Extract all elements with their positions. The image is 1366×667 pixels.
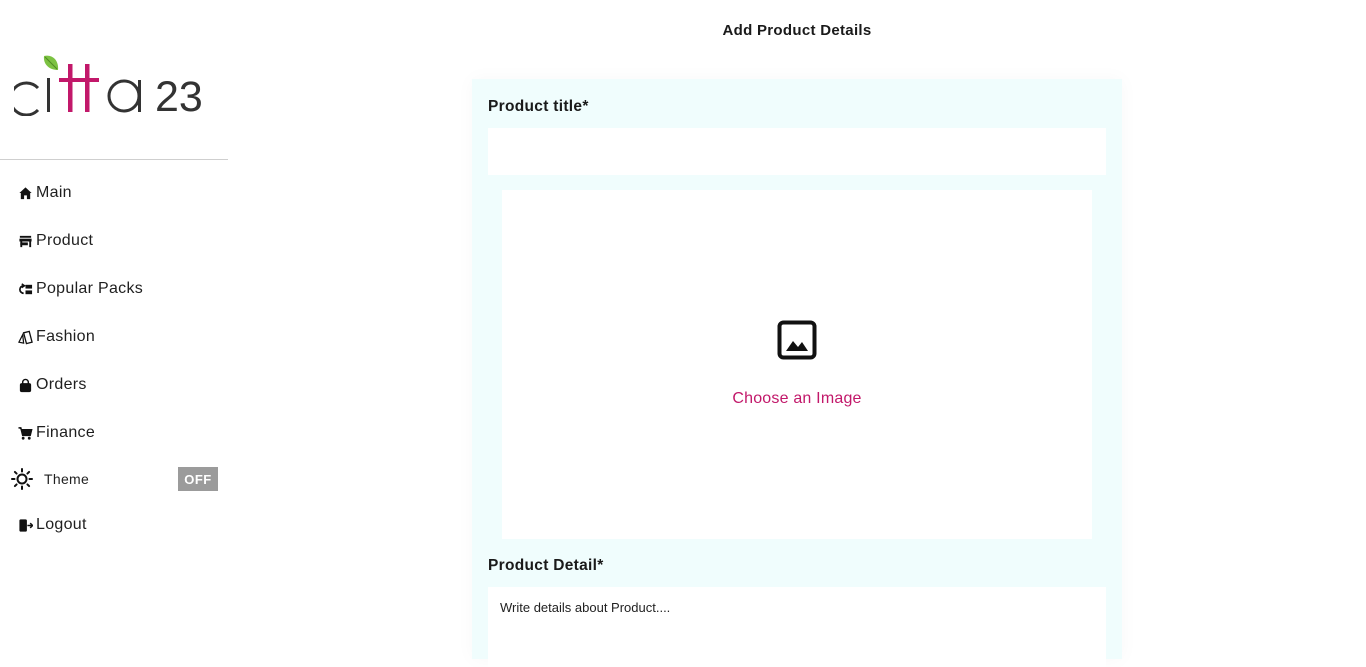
sidebar-item-label: Fashion [36, 328, 96, 345]
product-title-label: Product title* [488, 98, 589, 115]
sidebar-item-orders[interactable]: Orders [17, 373, 87, 397]
store-icon [17, 233, 33, 249]
sidebar-item-label: Logout [36, 516, 87, 533]
sidebar-item-label: Popular Packs [36, 280, 144, 297]
product-form: Product title* Choose an Image Product D… [472, 79, 1122, 667]
bag-icon [17, 377, 33, 393]
product-detail-textarea[interactable] [488, 587, 1106, 667]
sidebar-item-finance[interactable]: Finance [17, 421, 95, 445]
choose-image-link[interactable]: Choose an Image [694, 390, 900, 408]
theme-toggle[interactable]: OFF [178, 467, 218, 491]
sun-icon [11, 468, 33, 490]
fashion-icon [17, 329, 33, 345]
sidebar: 23 Main Product Popular Packs Fashion Or… [0, 0, 228, 641]
svg-text:23: 23 [155, 73, 203, 116]
sidebar-item-label: Finance [36, 424, 96, 441]
image-upload-area[interactable] [502, 190, 1092, 539]
home-icon [17, 185, 33, 201]
product-detail-label: Product Detail* [488, 557, 604, 574]
cart-icon [17, 425, 33, 441]
page-title: Add Product Details [722, 22, 872, 39]
sidebar-item-logout[interactable]: Logout [17, 513, 87, 537]
sidebar-item-label: Product [36, 232, 94, 249]
sidebar-divider [0, 159, 228, 160]
citta-logo[interactable]: 23 [8, 52, 214, 121]
sidebar-item-label: Orders [36, 376, 87, 393]
logout-icon [17, 517, 33, 533]
sidebar-item-label: Main [36, 184, 72, 201]
sidebar-item-main[interactable]: Main [17, 181, 72, 205]
sidebar-item-popular-packs[interactable]: Popular Packs [17, 277, 143, 301]
image-icon[interactable] [777, 320, 817, 360]
sidebar-item-fashion[interactable]: Fashion [17, 325, 95, 349]
product-title-input[interactable] [488, 128, 1106, 175]
packs-icon [17, 281, 33, 297]
theme-row: Theme OFF [11, 467, 218, 491]
sidebar-item-product[interactable]: Product [17, 229, 93, 253]
theme-label: Theme [44, 471, 90, 487]
